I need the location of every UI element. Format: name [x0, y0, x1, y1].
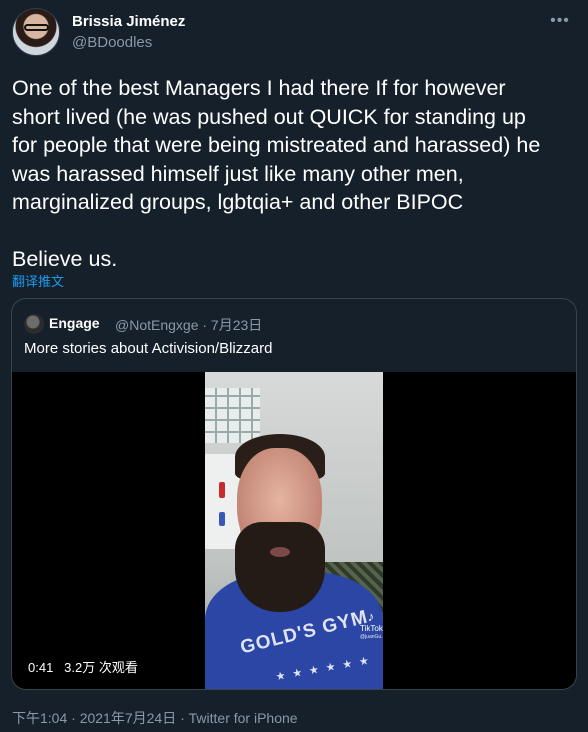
video-window-grid: [205, 388, 260, 443]
tweet-line: marginalized groups, lgbtqia+ and other …: [12, 190, 464, 214]
tiktok-icon: ♪: [367, 609, 375, 624]
tweet-text: One of the best Managers I had there If …: [12, 74, 582, 274]
video-thumbnail[interactable]: GOLD'S GYM ★ ★ ★ ★ ★ ★ ♪ TikTok @juanGu.…: [205, 372, 383, 689]
quoted-author-name[interactable]: Engage: [49, 315, 100, 331]
tweet-line: One of the best Managers I had there If …: [12, 76, 506, 100]
tiktok-label: TikTok: [360, 624, 383, 633]
author-handle[interactable]: @BDoodles: [72, 34, 152, 51]
quoted-tweet-text: More stories about Activision/Blizzard: [24, 340, 273, 357]
tweet-line: was harassed himself just like many othe…: [12, 161, 464, 186]
video-person-beard: [235, 522, 325, 612]
video-marker-red: [219, 482, 225, 498]
tiktok-handle: @juanGu...: [360, 634, 383, 640]
author-name[interactable]: Brissia Jiménez: [72, 13, 185, 30]
author-avatar[interactable]: [12, 8, 60, 56]
video-person-mouth: [270, 547, 290, 557]
quoted-author-avatar[interactable]: [24, 314, 44, 334]
tweet-line: short lived (he was pushed out QUICK for…: [12, 104, 526, 129]
translate-tweet-link[interactable]: 翻译推文: [12, 271, 64, 290]
more-options-icon[interactable]: •••: [546, 10, 574, 32]
video-duration: 0:41: [28, 660, 54, 675]
tweet-header: Brissia Jiménez @BDoodles •••: [12, 8, 576, 58]
video-player[interactable]: GOLD'S GYM ★ ★ ★ ★ ★ ★ ♪ TikTok @juanGu.…: [12, 372, 576, 689]
tweet-timestamp[interactable]: 下午1:04 · 2021年7月24日 · Twitter for iPhone: [12, 708, 298, 728]
tweet-line: Believe us.: [12, 247, 118, 271]
tiktok-watermark: ♪ TikTok @juanGu...: [360, 609, 383, 642]
tweet-line: for people that were being mistreated an…: [12, 133, 541, 157]
video-marker-blue: [219, 512, 225, 526]
video-stats: 0:41 3.2万 次观看: [24, 658, 142, 678]
quoted-tweet-card[interactable]: Engage @NotEngxge · 7月23日 More stories a…: [11, 298, 577, 690]
quoted-author-meta: @NotEngxge · 7月23日: [115, 317, 263, 333]
video-views: 3.2万 次观看: [64, 660, 138, 675]
